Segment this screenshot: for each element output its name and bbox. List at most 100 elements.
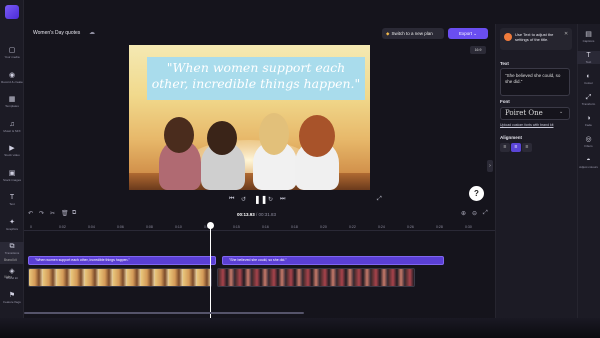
ruler-tick: 0:06: [117, 225, 124, 229]
current-time: 00:13.93: [237, 212, 255, 217]
diamond-icon: ◆: [386, 31, 390, 36]
redo-icon[interactable]: ↷: [39, 210, 44, 217]
feature-flags-icon: ⚑: [8, 292, 16, 299]
tool-captions[interactable]: ▤ Captions: [577, 30, 600, 43]
rail-item-label: Your media: [4, 55, 20, 59]
rail-item-templates[interactable]: ▦ Templates: [0, 95, 24, 117]
tool-fade[interactable]: ◑ Fade: [577, 114, 600, 127]
ruler-tick: 0:24: [378, 225, 385, 229]
forward-icon[interactable]: ↻: [268, 196, 273, 203]
video-clip-2[interactable]: [217, 268, 415, 287]
colour-icon: ◐: [586, 73, 591, 80]
rail-item-label: Music & SFX: [3, 128, 21, 133]
tool-transform[interactable]: ⤢ Transform: [577, 93, 600, 106]
rail-item-stock-video[interactable]: ▶ Stock video: [0, 144, 24, 166]
text-input[interactable]: "She believed she could, so she did.": [500, 68, 570, 96]
rail-item-label: Record & create: [1, 79, 23, 84]
rail-item-label: Stock video: [4, 153, 20, 157]
rail-item-label: Feature flags: [3, 300, 21, 304]
tools-rail: [577, 24, 600, 318]
stock-video-icon: ▶: [9, 145, 15, 152]
rail-item-graphics[interactable]: ✦ Graphics: [0, 218, 24, 240]
playhead-handle[interactable]: [207, 222, 214, 229]
zoom-out-icon[interactable]: ⊖: [472, 210, 477, 217]
aspect-ratio-button[interactable]: 16:9: [470, 46, 486, 54]
align-center-button[interactable]: ≡: [511, 143, 521, 152]
align-left-button[interactable]: ≡: [500, 143, 510, 152]
ruler-tick: 0:28: [436, 225, 443, 229]
rail-item-label: Graphics: [5, 226, 18, 231]
graphics-icon: ✦: [9, 218, 15, 226]
rail-item-music-sfx[interactable]: ♫ Music & SFX: [0, 120, 24, 142]
cut-icon[interactable]: ✂: [50, 210, 55, 217]
text-clip-2[interactable]: "She believed she could, so she did.": [222, 256, 444, 265]
tool-label: Captions: [582, 39, 595, 43]
ruler-tick: 0:16: [262, 225, 269, 229]
stock-images-icon: ▣: [8, 169, 16, 177]
upgrade-button[interactable]: ◆ Switch to a new plan: [382, 28, 444, 39]
tool-label: Text: [585, 60, 592, 64]
ruler-tick: 0:20: [320, 225, 327, 229]
tool-colour[interactable]: ◐ Colour: [577, 72, 600, 85]
person-4-head: [299, 115, 335, 157]
caption-text[interactable]: "When women support each other, incredib…: [147, 60, 365, 100]
ruler-tick: 0:02: [59, 225, 66, 229]
delete-icon[interactable]: 🗑: [61, 210, 69, 217]
music-sfx-icon: ♫: [9, 120, 15, 128]
skip-back-icon[interactable]: ⏮: [229, 196, 234, 203]
playhead[interactable]: [210, 226, 211, 318]
tool-label: Transform: [581, 102, 596, 106]
rail-item-stock-images[interactable]: ▣ Stock images: [0, 169, 24, 191]
chevron-down-icon: ⌄: [473, 31, 478, 36]
tool-label: Filters: [584, 144, 593, 148]
zoom-in-icon[interactable]: ⊕: [461, 210, 466, 217]
tip-icon: [504, 33, 512, 41]
person-2-head: [207, 121, 237, 155]
ruler-tick: 0:26: [407, 225, 414, 229]
text-icon: T: [9, 194, 15, 201]
rail-item-label: Text: [9, 202, 15, 206]
ruler-tick: 0:30: [465, 225, 472, 229]
rail-item-record-create[interactable]: ◉ Record & create: [0, 71, 24, 93]
tool-filters[interactable]: ◎ Filters: [577, 135, 600, 148]
ruler-tick: 0:18: [291, 225, 298, 229]
tool-text[interactable]: T Text: [577, 51, 600, 64]
project-title[interactable]: Women's Day quotes: [33, 30, 80, 36]
time-readout: 00:13.93 / 00:31.83: [237, 212, 276, 217]
ruler-tick: 0:22: [349, 225, 356, 229]
tool-label: Colour: [584, 81, 593, 85]
text-label: Text: [500, 61, 509, 66]
record-create-icon: ◉: [8, 71, 16, 79]
fullscreen-icon[interactable]: ⤢: [377, 196, 382, 203]
fade-icon: ◑: [586, 115, 591, 122]
tool-label: Adjust colours: [579, 165, 598, 169]
pause-icon[interactable]: ❚❚: [254, 195, 267, 204]
tip-text: Use Text to adjust the settings of the t…: [515, 32, 554, 42]
rail-item-your-media[interactable]: ▢ Your media: [0, 46, 24, 68]
skip-forward-icon[interactable]: ⏭: [280, 196, 285, 203]
fit-icon[interactable]: ⤢: [483, 210, 488, 217]
collapse-panel-button[interactable]: ›: [487, 160, 493, 172]
rail-item-feature-flags[interactable]: ⚑ Feature flags: [0, 291, 24, 313]
transform-icon: ⤢: [585, 94, 592, 101]
text-clip-1[interactable]: "When women support each other, incredib…: [28, 256, 216, 265]
undo-icon[interactable]: ↶: [28, 210, 33, 217]
timeline-scrollbar[interactable]: [24, 312, 304, 314]
video-preview[interactable]: "When women support each other, incredib…: [129, 45, 370, 190]
close-icon[interactable]: ✕: [564, 31, 568, 37]
help-button[interactable]: ?: [469, 186, 484, 201]
tool-adjust-colours[interactable]: ◓ Adjust colours: [577, 156, 600, 169]
tool-label: Fade: [585, 123, 592, 127]
editor-window: ▢ Your media ◉ Record & create ▦ Templates ♫ Mu…: [0, 0, 600, 338]
ruler-tick: 0: [30, 225, 32, 229]
rail-item-text[interactable]: T Text: [0, 193, 24, 215]
video-clip-1[interactable]: [28, 268, 212, 287]
cloud-save-icon: ☁: [89, 30, 95, 36]
video-track-label: Video: [4, 275, 13, 279]
align-right-button[interactable]: ≡: [522, 143, 532, 152]
duplicate-icon[interactable]: ⧉: [72, 210, 76, 217]
rewind-icon[interactable]: ↺: [241, 196, 246, 203]
ruler-tick: 0:04: [88, 225, 95, 229]
export-button[interactable]: Export ⌄: [448, 28, 488, 39]
upload-fonts-link[interactable]: Upload custom fonts with brand kit: [500, 123, 554, 127]
